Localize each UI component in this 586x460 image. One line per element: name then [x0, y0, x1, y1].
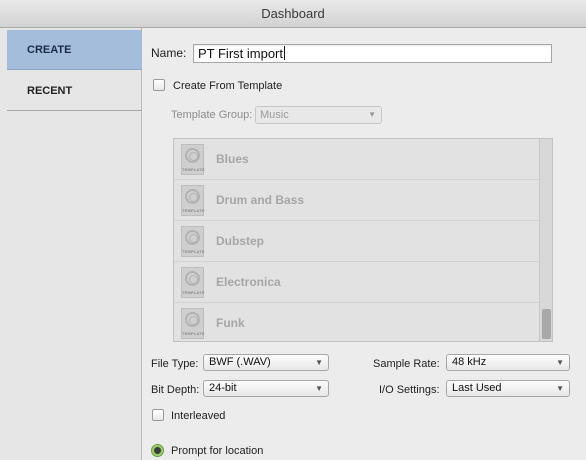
sidebar-item-recent[interactable]: RECENT [7, 71, 142, 111]
scrollbar[interactable] [539, 139, 552, 341]
template-group-value: Music [260, 109, 289, 121]
io-settings-select[interactable]: Last Used ▼ [446, 380, 570, 397]
list-item[interactable]: TEMPLATE Dubstep [174, 221, 539, 262]
sidebar: CREATE RECENT [0, 28, 142, 460]
list-item[interactable]: TEMPLATE Drum and Bass [174, 180, 539, 221]
list-item-label: Dubstep [216, 234, 264, 248]
template-list: TEMPLATE Blues TEMPLATE Drum and Bass TE… [173, 138, 553, 342]
chevron-down-icon: ▼ [315, 358, 323, 367]
chevron-down-icon: ▼ [556, 384, 564, 393]
list-item[interactable]: TEMPLATE Electronica [174, 262, 539, 303]
template-icon-text: TEMPLATE [182, 290, 205, 295]
bit-depth-value: 24-bit [209, 382, 237, 394]
chevron-down-icon: ▼ [315, 384, 323, 393]
template-icon: TEMPLATE [181, 185, 205, 216]
template-icon-text: TEMPLATE [182, 208, 205, 213]
interleaved-label: Interleaved [171, 410, 226, 422]
list-item-label: Electronica [216, 275, 281, 289]
template-group-label: Template Group: [171, 109, 253, 121]
create-from-template-checkbox[interactable] [153, 79, 165, 91]
template-icon: TEMPLATE [181, 226, 205, 257]
list-item[interactable]: TEMPLATE Blues [174, 139, 539, 180]
create-from-template-label: Create From Template [173, 80, 283, 92]
template-icon-text: TEMPLATE [182, 331, 205, 336]
io-settings-label: I/O Settings: [379, 384, 440, 396]
file-type-value: BWF (.WAV) [209, 356, 271, 368]
bit-depth-select[interactable]: 24-bit ▼ [203, 380, 329, 397]
template-icon: TEMPLATE [181, 144, 205, 175]
text-caret [284, 46, 285, 60]
interleaved-checkbox[interactable] [152, 409, 164, 421]
sidebar-item-create[interactable]: CREATE [7, 30, 142, 70]
chevron-down-icon: ▼ [556, 358, 564, 367]
sample-rate-value: 48 kHz [452, 356, 487, 368]
list-item-label: Blues [216, 152, 249, 166]
name-label: Name: [151, 46, 187, 60]
template-icon-text: TEMPLATE [182, 249, 205, 254]
prompt-for-location-radio[interactable] [151, 444, 164, 457]
template-icon-text: TEMPLATE [182, 167, 205, 172]
prompt-for-location-label: Prompt for location [171, 445, 264, 457]
list-item-label: Drum and Bass [216, 193, 305, 207]
sample-rate-label: Sample Rate: [373, 358, 440, 370]
bit-depth-label: Bit Depth: [151, 384, 200, 396]
scrollbar-thumb[interactable] [542, 309, 551, 339]
chevron-down-icon: ▼ [368, 110, 376, 119]
name-input[interactable]: PT First import [193, 44, 552, 63]
sample-rate-select[interactable]: 48 kHz ▼ [446, 354, 570, 371]
file-type-select[interactable]: BWF (.WAV) ▼ [203, 354, 329, 371]
template-icon: TEMPLATE [181, 308, 205, 339]
io-settings-value: Last Used [452, 382, 502, 394]
file-type-label: File Type: [151, 358, 199, 370]
template-icon: TEMPLATE [181, 267, 205, 298]
template-group-select[interactable]: Music ▼ [255, 106, 382, 124]
list-item[interactable]: TEMPLATE Funk [174, 303, 539, 341]
list-item-label: Funk [216, 316, 245, 330]
window-title: Dashboard [0, 0, 586, 28]
name-value: PT First import [198, 46, 283, 61]
